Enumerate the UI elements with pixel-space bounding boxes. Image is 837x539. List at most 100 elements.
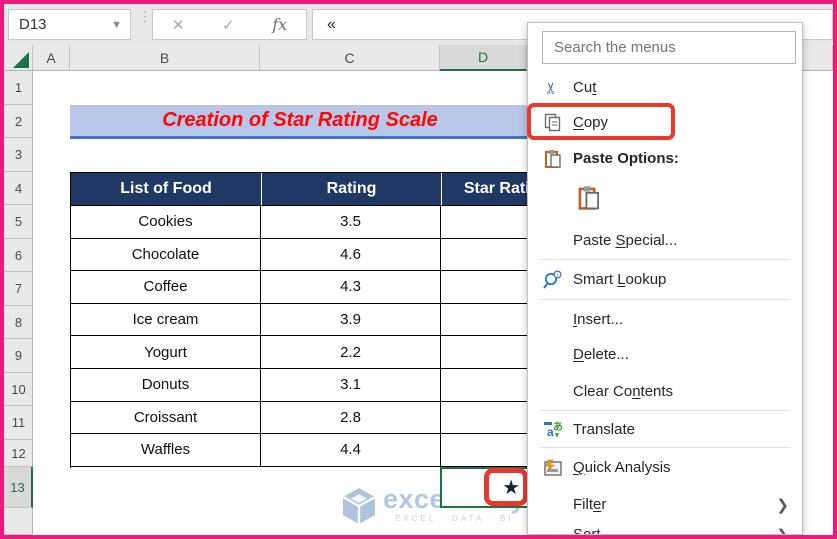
menu-separator [540,299,790,300]
scissors-icon: ✂ [544,80,561,95]
row-header-4[interactable]: 4 [4,172,33,205]
row-header-partial[interactable] [4,508,33,535]
menu-item-paste[interactable] [528,179,802,217]
menu-item-label: Sort [573,526,601,535]
column-header-B[interactable]: B [70,45,260,71]
context-menu: ✂CutCopyPaste Options:Paste Special...iS… [527,22,803,535]
star-rating-cell[interactable] [441,402,531,434]
select-all-corner[interactable] [4,45,33,71]
table-header-cell: Star Rating [441,173,531,205]
column-header-A[interactable]: A [33,45,70,71]
menu-item-sort[interactable]: Sort ❯ [528,517,802,535]
row-header-10[interactable]: 10 [4,373,33,406]
rating-cell[interactable]: 2.2 [261,336,441,368]
column-header-D[interactable]: D [440,45,527,71]
menu-item-insert[interactable]: Insert... [528,302,802,337]
menu-separator [540,259,790,260]
menu-item-quick-analysis[interactable]: Quick Analysis [528,450,802,485]
menu-item-paste-special[interactable]: Paste Special... [528,223,802,258]
menu-item-translate[interactable]: a あ Translate [528,412,802,447]
table-row: Ice cream 3.9 [71,303,531,337]
menu-item-label: Clear Contents [573,383,674,400]
rating-cell[interactable]: 2.8 [261,401,441,434]
rating-cell[interactable]: 4.6 [261,238,441,271]
star-rating-cell[interactable] [441,304,531,336]
row-header-1[interactable]: 1 [4,71,33,105]
translate-icon: aあ [538,420,568,440]
menu-item-smart-lookup[interactable]: i Smart Lookup [528,262,802,297]
cancel-icon[interactable]: ✕ [172,16,185,34]
exceldemy-logo-icon [342,488,376,524]
menu-item-label: Paste Special... [573,232,678,249]
food-cell[interactable]: Coffee [71,271,261,303]
name-box-dropdown-icon[interactable]: ▼ [111,19,122,31]
food-cell[interactable]: Yogurt [71,336,261,368]
menu-item-label: Filter [573,496,607,513]
svg-text:あ: あ [553,420,563,433]
menu-item-paste-options[interactable]: Paste Options: [528,141,802,176]
toolbar-separator-dots: ⋮ [138,8,152,24]
insert-function-icon[interactable]: fx [272,15,287,34]
menu-item-label: Quick Analysis [573,459,671,476]
table-row: Donuts 3.1 [71,368,531,402]
menu-item-label: Smart Lookup [573,271,667,288]
row-header-5[interactable]: 5 [4,205,33,239]
quick-analysis-icon [538,459,568,477]
star-rating-cell[interactable] [441,206,531,238]
star-rating-cell[interactable] [441,434,531,466]
star-rating-cell[interactable] [441,239,531,271]
submenu-chevron-icon: ❯ [776,526,789,535]
rating-cell[interactable]: 4.3 [261,271,441,303]
table-row: Yogurt 2.2 [71,336,531,369]
menu-item-cut[interactable]: ✂ Cut [528,70,802,105]
excel-window: D13 ▼ ⋮ ✕ ✓ fx « ABCD 1 2 3 4 5 6 7 8 9 10 11 12 13 … [0,0,837,539]
food-cell[interactable]: Croissant [71,401,261,434]
smart-lookup-icon: i [538,269,568,290]
row-header-2[interactable]: 2 [4,105,33,138]
column-header-C[interactable]: C [260,45,440,71]
menu-item-clear-contents[interactable]: Clear Contents [528,374,802,409]
food-cell[interactable]: Ice cream [71,303,261,336]
row-header-3[interactable]: 3 [4,138,33,172]
menu-separator [540,410,790,411]
table-body: Cookies 3.5 Chocolate 4.6 Coffee 4.3 Ice cream… [71,206,531,467]
rating-cell[interactable]: 3.1 [261,368,441,401]
table-header-cell: List of Food [120,180,212,197]
row-header-13[interactable]: 13 [4,467,33,508]
name-box[interactable]: D13 ▼ [8,9,131,40]
food-cell[interactable]: Donuts [71,368,261,401]
formula-buttons: ✕ ✓ fx [152,9,307,40]
menu-item-label: Delete... [573,346,629,363]
search-input[interactable] [542,31,796,64]
row-header-8[interactable]: 8 [4,306,33,339]
food-rating-table: List of Food RatingStar Rating Cookies3.5… [70,172,531,468]
table-header-cell: Rating [261,173,441,205]
star-rating-cell[interactable] [441,369,531,401]
copy-highlight-box [527,103,675,140]
table-row: Waffles 4.4 [71,434,531,467]
food-cell[interactable]: Chocolate [71,238,261,271]
menu-item-label: Translate [573,421,635,438]
row-header-9[interactable]: 9 [4,339,33,373]
row-header-11[interactable]: 11 [4,406,33,440]
row-header-7[interactable]: 7 [4,272,33,306]
table-row: Croissant 2.8 [71,401,531,435]
menu-item-delete[interactable]: Delete... [528,337,802,372]
food-cell[interactable]: Waffles [71,434,261,466]
svg-text:i: i [557,272,558,278]
clipboard-large-icon [574,185,604,211]
name-box-value: D13 [19,16,47,33]
enter-icon[interactable]: ✓ [222,16,235,34]
table-row: Coffee 4.3 [71,271,531,304]
table-header-row: List of Food RatingStar Rating [71,172,531,206]
star-rating-cell[interactable] [441,271,531,303]
row-header-strip: 1 2 3 4 5 6 7 8 9 10 11 12 13 [4,71,33,535]
rating-cell[interactable]: 3.9 [261,303,441,336]
star-rating-cell[interactable] [441,336,531,368]
rating-cell[interactable]: 4.4 [261,434,441,466]
row-header-12[interactable]: 12 [4,440,33,467]
row-header-6[interactable]: 6 [4,239,33,272]
food-cell[interactable]: Cookies [71,206,261,238]
table-row: Chocolate 4.6 [71,238,531,272]
rating-cell[interactable]: 3.5 [261,206,441,238]
